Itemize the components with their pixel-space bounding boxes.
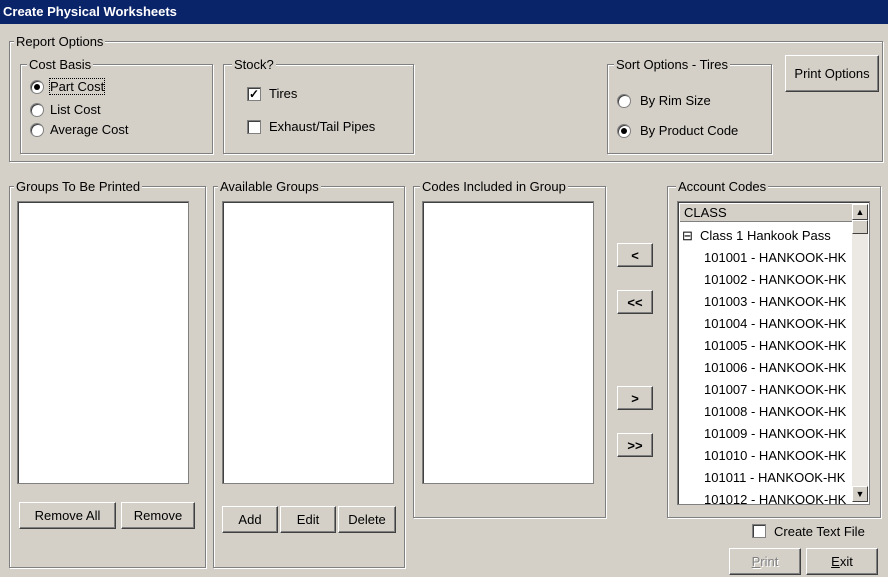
- print-mnemonic: P: [751, 554, 761, 569]
- part-cost-radio[interactable]: [30, 80, 44, 94]
- remove-button[interactable]: Remove: [121, 502, 195, 529]
- move-all-left-button[interactable]: <<: [617, 290, 653, 314]
- print-button[interactable]: Print: [729, 548, 801, 575]
- codes-in-group-list[interactable]: [422, 201, 594, 484]
- by-rim-size-label[interactable]: By Rim Size: [640, 93, 711, 108]
- codes-in-group-legend: Codes Included in Group: [420, 179, 568, 194]
- scroll-thumb[interactable]: [852, 220, 868, 234]
- by-product-code-radio[interactable]: [617, 124, 631, 138]
- stock-legend: Stock?: [232, 57, 276, 72]
- cost-basis-group: Cost Basis: [20, 57, 213, 154]
- by-rim-size-radio[interactable]: [617, 94, 631, 108]
- tree-item[interactable]: 101003 - HANKOOK-HK: [704, 294, 846, 309]
- account-codes-scrollbar[interactable]: ▲ ▼: [852, 204, 868, 502]
- groups-to-print-legend: Groups To Be Printed: [14, 179, 143, 194]
- exit-label-rest: xit: [839, 554, 853, 569]
- add-button[interactable]: Add: [222, 506, 278, 533]
- report-options-legend: Report Options: [14, 34, 106, 49]
- move-left-button[interactable]: <: [617, 243, 653, 267]
- window-title: Create Physical Worksheets: [0, 0, 888, 24]
- tree-item[interactable]: 101004 - HANKOOK-HK: [704, 316, 846, 331]
- delete-button[interactable]: Delete: [338, 506, 396, 533]
- exhaust-label[interactable]: Exhaust/Tail Pipes: [269, 119, 375, 134]
- account-codes-tree[interactable]: CLASS ⊟ Class 1 Hankook Pass 101001 - HA…: [677, 201, 870, 505]
- print-options-button[interactable]: Print Options: [785, 55, 879, 92]
- sort-options-legend: Sort Options - Tires: [614, 57, 730, 72]
- tree-item[interactable]: 101002 - HANKOOK-HK: [704, 272, 846, 287]
- class-1-expand-icon[interactable]: ⊟: [682, 228, 693, 243]
- account-codes-legend: Account Codes: [676, 179, 769, 194]
- tree-item[interactable]: 101007 - HANKOOK-HK: [704, 382, 846, 397]
- available-groups-list[interactable]: [222, 201, 394, 484]
- exhaust-checkbox[interactable]: [247, 120, 261, 134]
- tree-item[interactable]: 101009 - HANKOOK-HK: [704, 426, 846, 441]
- edit-button[interactable]: Edit: [280, 506, 336, 533]
- tree-item[interactable]: 101008 - HANKOOK-HK: [704, 404, 846, 419]
- tree-item[interactable]: 101012 - HANKOOK-HK: [704, 492, 846, 504]
- tree-item[interactable]: 101005 - HANKOOK-HK: [704, 338, 846, 353]
- cost-basis-legend: Cost Basis: [27, 57, 94, 72]
- tree-item[interactable]: 101001 - HANKOOK-HK: [704, 250, 846, 265]
- tires-label[interactable]: Tires: [269, 86, 297, 101]
- account-codes-header: CLASS: [680, 204, 852, 222]
- scroll-up-icon[interactable]: ▲: [852, 204, 868, 220]
- tree-item[interactable]: 101006 - HANKOOK-HK: [704, 360, 846, 375]
- list-cost-radio[interactable]: [30, 103, 44, 117]
- part-cost-label[interactable]: Part Cost: [48, 78, 106, 95]
- exit-mnemonic: E: [831, 554, 840, 569]
- tree-group-class-1[interactable]: Class 1 Hankook Pass: [700, 228, 831, 243]
- print-label-rest: rint: [760, 554, 779, 569]
- tires-checkbox[interactable]: ✓: [247, 87, 261, 101]
- create-text-file-checkbox[interactable]: [752, 524, 766, 538]
- remove-all-button[interactable]: Remove All: [19, 502, 116, 529]
- exit-button[interactable]: Exit: [806, 548, 878, 575]
- by-product-code-label[interactable]: By Product Code: [640, 123, 738, 138]
- sort-options-group: Sort Options - Tires: [607, 57, 772, 154]
- create-text-file-label[interactable]: Create Text File: [774, 524, 865, 539]
- move-all-right-button[interactable]: >>: [617, 433, 653, 457]
- groups-to-print-list[interactable]: [17, 201, 189, 484]
- account-codes-header-label: CLASS: [684, 205, 727, 220]
- average-cost-radio[interactable]: [30, 123, 44, 137]
- tree-item[interactable]: 101010 - HANKOOK-HK: [704, 448, 846, 463]
- list-cost-label[interactable]: List Cost: [50, 102, 101, 117]
- move-right-button[interactable]: >: [617, 386, 653, 410]
- scroll-down-icon[interactable]: ▼: [852, 486, 868, 502]
- stock-group: Stock?: [223, 57, 414, 154]
- tree-item[interactable]: 101011 - HANKOOK-HK: [704, 470, 845, 485]
- average-cost-label[interactable]: Average Cost: [50, 122, 129, 137]
- available-groups-legend: Available Groups: [218, 179, 321, 194]
